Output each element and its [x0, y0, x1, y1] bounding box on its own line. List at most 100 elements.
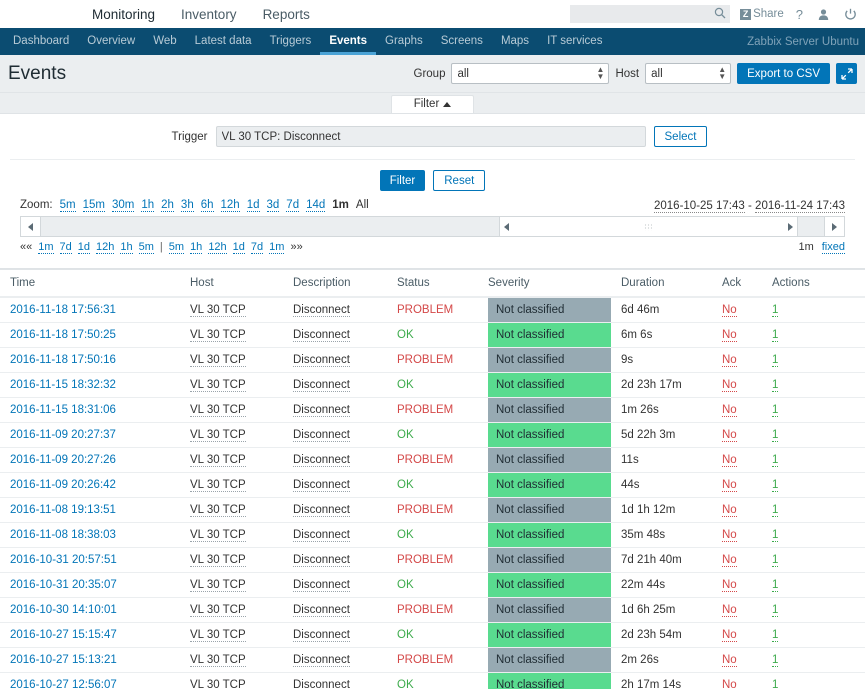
event-time-link[interactable]: 2016-11-15 18:32:32: [10, 379, 116, 391]
host-link[interactable]: VL 30 TCP: [190, 354, 246, 367]
event-time-link[interactable]: 2016-10-27 12:56:07: [10, 679, 117, 689]
host-link[interactable]: VL 30 TCP: [190, 629, 246, 642]
event-time-link[interactable]: 2016-11-09 20:27:37: [10, 429, 116, 441]
nav-item-maps[interactable]: Maps: [492, 28, 538, 55]
search-input[interactable]: [570, 6, 709, 22]
scrollbar-left-arrow[interactable]: [20, 216, 41, 237]
event-time-link[interactable]: 2016-10-27 15:13:21: [10, 654, 117, 666]
description-link[interactable]: Disconnect: [293, 404, 350, 417]
ack-link[interactable]: No: [722, 679, 737, 689]
actions-count-link[interactable]: 1: [772, 554, 779, 567]
nav-back-12h[interactable]: 12h: [96, 241, 115, 254]
event-time-link[interactable]: 2016-11-18 17:50:16: [10, 354, 116, 366]
filter-tab[interactable]: Filter: [390, 95, 475, 113]
ack-link[interactable]: No: [722, 354, 737, 367]
main-menu-item-reports[interactable]: Reports: [261, 2, 312, 28]
description-link[interactable]: Disconnect: [293, 454, 350, 467]
actions-count-link[interactable]: 1: [772, 379, 779, 392]
apply-filter-button[interactable]: Filter: [379, 170, 426, 191]
column-header-host[interactable]: Host: [180, 270, 283, 298]
nav-item-events[interactable]: Events: [320, 28, 377, 55]
nav-back-1h[interactable]: 1h: [120, 241, 133, 254]
description-link[interactable]: Disconnect: [293, 629, 350, 642]
zoom-option-1m[interactable]: 1m: [332, 199, 349, 211]
ack-link[interactable]: No: [722, 404, 737, 417]
nav-item-dashboard[interactable]: Dashboard: [4, 28, 78, 55]
nav-item-graphs[interactable]: Graphs: [376, 28, 432, 55]
host-select[interactable]: all ▲ ▼: [645, 63, 732, 84]
host-link[interactable]: VL 30 TCP: [190, 554, 246, 567]
event-time-link[interactable]: 2016-11-09 20:26:42: [10, 479, 116, 491]
zoom-option-All[interactable]: All: [356, 199, 369, 211]
nav-fwd-12h[interactable]: 12h: [208, 241, 227, 254]
fullscreen-button[interactable]: [836, 63, 857, 84]
actions-count-link[interactable]: 1: [772, 354, 779, 367]
column-header-time[interactable]: Time: [0, 270, 180, 298]
host-link[interactable]: VL 30 TCP: [190, 404, 246, 417]
range-to[interactable]: 2016-11-24 17:43: [755, 199, 845, 213]
description-link[interactable]: Disconnect: [293, 679, 350, 689]
zoom-option-1d[interactable]: 1d: [246, 199, 260, 212]
ack-link[interactable]: No: [722, 304, 737, 317]
share-button[interactable]: Z Share: [740, 8, 784, 20]
ack-link[interactable]: No: [722, 529, 737, 542]
event-time-link[interactable]: 2016-10-31 20:35:07: [10, 579, 117, 591]
ack-link[interactable]: No: [722, 479, 737, 492]
ack-link[interactable]: No: [722, 604, 737, 617]
description-link[interactable]: Disconnect: [293, 479, 350, 492]
nav-back-5m[interactable]: 5m: [138, 241, 154, 254]
zoom-option-7d[interactable]: 7d: [286, 199, 300, 212]
search-icon[interactable]: [714, 7, 726, 22]
zoom-option-6h[interactable]: 6h: [200, 199, 214, 212]
column-header-actions[interactable]: Actions: [762, 270, 865, 298]
host-link[interactable]: VL 30 TCP: [190, 654, 246, 667]
fixed-period-toggle[interactable]: fixed: [821, 241, 845, 254]
drag-grip-icon[interactable]: [644, 223, 653, 230]
range-from[interactable]: 2016-10-25 17:43: [654, 199, 745, 213]
nav-last-link[interactable]: »»: [290, 241, 302, 253]
host-link[interactable]: VL 30 TCP: [190, 529, 246, 542]
thumb-left-arrow[interactable]: [500, 222, 513, 231]
host-link[interactable]: VL 30 TCP: [190, 329, 246, 342]
column-header-duration[interactable]: Duration: [611, 270, 712, 298]
nav-item-overview[interactable]: Overview: [78, 28, 144, 55]
description-link[interactable]: Disconnect: [293, 329, 350, 342]
zoom-option-12h[interactable]: 12h: [220, 199, 240, 212]
event-time-link[interactable]: 2016-10-31 20:57:51: [10, 554, 117, 566]
trigger-select-button[interactable]: Select: [653, 126, 708, 147]
scrollbar-thumb[interactable]: [499, 216, 798, 237]
zoom-option-1h[interactable]: 1h: [141, 199, 155, 212]
event-time-link[interactable]: 2016-11-08 19:13:51: [10, 504, 116, 516]
description-link[interactable]: Disconnect: [293, 654, 350, 667]
event-time-link[interactable]: 2016-11-08 18:38:03: [10, 529, 116, 541]
ack-link[interactable]: No: [722, 329, 737, 342]
export-csv-button[interactable]: Export to CSV: [737, 63, 830, 84]
description-link[interactable]: Disconnect: [293, 504, 350, 517]
nav-fwd-5m[interactable]: 5m: [168, 241, 185, 254]
event-time-link[interactable]: 2016-10-30 14:10:01: [10, 604, 117, 616]
timeline-scrollbar[interactable]: [20, 216, 845, 237]
nav-fwd-1h[interactable]: 1h: [190, 241, 203, 254]
actions-count-link[interactable]: 1: [772, 304, 779, 317]
host-link[interactable]: VL 30 TCP: [190, 304, 246, 317]
ack-link[interactable]: No: [722, 579, 737, 592]
ack-link[interactable]: No: [722, 554, 737, 567]
actions-count-link[interactable]: 1: [772, 679, 779, 689]
nav-item-web[interactable]: Web: [144, 28, 185, 55]
thumb-right-arrow[interactable]: [784, 222, 797, 231]
nav-item-it-services[interactable]: IT services: [538, 28, 611, 55]
event-time-link[interactable]: 2016-11-15 18:31:06: [10, 404, 116, 416]
actions-count-link[interactable]: 1: [772, 654, 779, 667]
event-time-link[interactable]: 2016-11-18 17:50:25: [10, 329, 116, 341]
nav-back-7d[interactable]: 7d: [59, 241, 72, 254]
host-link[interactable]: VL 30 TCP: [190, 579, 246, 592]
event-time-link[interactable]: 2016-10-27 15:15:47: [10, 629, 117, 641]
host-link[interactable]: VL 30 TCP: [190, 479, 246, 492]
nav-fwd-1d[interactable]: 1d: [232, 241, 245, 254]
description-link[interactable]: Disconnect: [293, 429, 350, 442]
description-link[interactable]: Disconnect: [293, 529, 350, 542]
column-header-description[interactable]: Description: [283, 270, 387, 298]
actions-count-link[interactable]: 1: [772, 629, 779, 642]
main-menu-item-inventory[interactable]: Inventory: [179, 2, 239, 28]
nav-first-link[interactable]: ««: [20, 241, 32, 253]
